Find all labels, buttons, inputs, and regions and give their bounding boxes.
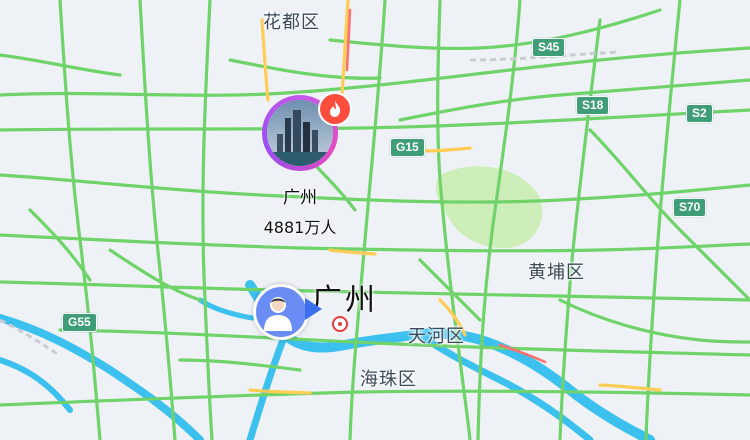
city-pin-population: 4881万人 (263, 218, 337, 237)
road-shield-g55: G55 (62, 313, 97, 332)
road-shield-s2: S2 (686, 104, 713, 123)
green-area (435, 166, 543, 249)
district-label-tianhe: 天河区 (408, 326, 465, 347)
district-label-haizhu: 海珠区 (360, 369, 417, 390)
district-label-huangpu: 黄埔区 (528, 262, 585, 283)
user-avatar-icon[interactable] (253, 284, 309, 340)
district-label-huadu: 花都区 (263, 12, 320, 33)
road-shield-s18: S18 (576, 96, 610, 115)
road-shield-s70: S70 (673, 198, 707, 217)
target-icon (332, 316, 348, 332)
city-pin-name: 广州 (283, 188, 317, 208)
direction-arrow-icon (305, 298, 322, 320)
flame-icon (318, 92, 352, 126)
road-shield-s45: S45 (532, 38, 566, 57)
road-shield-g15: G15 (390, 138, 425, 157)
map-view[interactable]: 花都区 黄埔区 天河区 海珠区 广州 S45 S18 S2 G15 S70 G5… (0, 0, 750, 440)
